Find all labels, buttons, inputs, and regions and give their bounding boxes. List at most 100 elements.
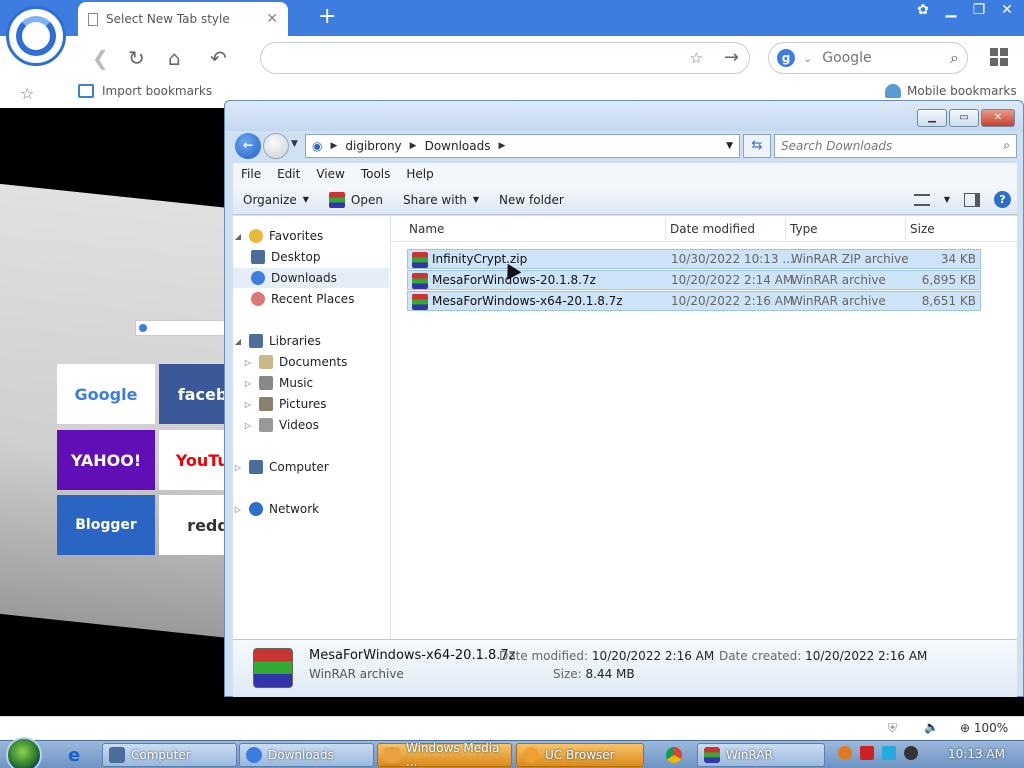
nav-pictures[interactable]: ▷ Pictures [233,394,389,414]
new-tab-icon[interactable]: + [318,4,336,29]
shield-icon[interactable]: ⛨ [888,721,897,736]
preview-pane-icon[interactable] [964,192,980,207]
bookmark-star-icon[interactable]: ☆ [690,49,703,67]
mobile-bookmarks-link[interactable]: Mobile bookmarks [885,84,1017,98]
search-icon[interactable]: ⌕ [1003,138,1010,153]
reload-icon[interactable]: ↻ [128,46,145,70]
nav-recent-places[interactable]: Recent Places [233,289,389,309]
breadcrumb-downloads[interactable]: Downloads [425,139,491,153]
chevron-down-icon[interactable]: ▼ [944,195,950,204]
organize-button[interactable]: Organize ▼ [233,193,319,207]
tile-google[interactable]: Google [57,364,155,424]
address-dropdown-icon[interactable]: ▼ [726,141,733,151]
search-engine-icon[interactable]: g [777,49,795,67]
nav-libraries[interactable]: ◢ Libraries [233,331,389,351]
nav-downloads[interactable]: Downloads [233,268,389,288]
recorder-icon[interactable] [904,746,918,760]
nav-computer[interactable]: ▷ Computer [233,457,389,477]
taskbar-computer[interactable]: Computer [102,743,237,767]
nav-desktop[interactable]: Desktop [233,247,389,267]
start-button[interactable] [6,737,42,768]
taskbar-winrar[interactable]: WinRAR [697,743,825,767]
search-downloads-input[interactable]: Search Downloads ⌕ [774,134,1017,158]
restore-icon[interactable]: ❐ [972,2,986,18]
expand-triangle-icon[interactable]: ◢ [233,337,243,346]
explorer-address-bar[interactable]: ◉ ▶ digibrony ▶ Downloads ▶ ▼ [305,134,740,158]
expand-triangle-icon[interactable]: ▷ [243,400,253,409]
taskbar-windows-media[interactable]: Windows Media ... [377,741,512,768]
history-dropdown-icon[interactable]: ▼ [291,139,298,149]
nav-documents[interactable]: ▷ Documents [233,352,389,372]
expand-triangle-icon[interactable]: ◢ [233,232,243,241]
menu-help[interactable]: Help [398,167,441,181]
column-size[interactable]: Size [910,222,935,236]
taskbar-uc-browser[interactable]: UC Browser [516,743,644,767]
zoom-level[interactable]: ⊕ 100% [960,721,1008,735]
column-name[interactable]: Name [409,222,444,236]
minimize-button[interactable]: ▁ [917,109,947,127]
search-box[interactable]: g ⌄ ⌕ [768,42,968,74]
help-icon[interactable]: ? [994,191,1011,208]
display-icon[interactable] [882,746,896,760]
taskbar-downloads[interactable]: Downloads [239,743,374,767]
change-view-icon[interactable] [913,193,930,206]
file-row[interactable]: InfinityCrypt.zip 10/30/2022 10:13 ... W… [407,249,981,269]
search-input[interactable] [822,50,933,66]
breadcrumb-digibrony[interactable]: digibrony [345,139,401,153]
breadcrumb-arrow-icon[interactable]: ▶ [498,141,505,151]
expand-triangle-icon[interactable]: ▷ [233,505,243,514]
apps-icon[interactable] [990,48,1008,66]
search-icon[interactable]: ⌕ [950,48,959,68]
menu-tools[interactable]: Tools [353,167,399,181]
column-type[interactable]: Type [790,222,818,236]
go-arrow-icon[interactable]: → [724,47,739,68]
menu-view[interactable]: View [308,167,352,181]
close-button[interactable]: ✕ [981,109,1015,127]
back-button[interactable]: ← [235,133,261,159]
expand-triangle-icon[interactable]: ▷ [243,358,253,367]
chrome-icon[interactable] [666,747,682,763]
nav-network[interactable]: ▷ Network [233,499,389,519]
file-row[interactable]: MesaForWindows-x64-20.1.8.7z 10/20/2022 … [407,291,981,311]
chevron-down-icon[interactable]: ⌄ [803,52,812,65]
close-icon[interactable]: ✕ [1000,2,1014,18]
clock[interactable]: 10:13 AM [948,747,1005,761]
column-date-modified[interactable]: Date modified [670,222,755,236]
maximize-button[interactable]: ▭ [949,109,979,127]
skin-icon[interactable]: ✿ [916,2,930,18]
nav-videos[interactable]: ▷ Videos [233,415,389,435]
tile-yahoo[interactable]: YAHOO! [57,430,155,490]
file-row[interactable]: MesaForWindows-20.1.8.7z 10/20/2022 2:14… [407,270,981,290]
tab-new-tab[interactable]: Select New Tab style ✕ [78,2,288,36]
tile-blogger[interactable]: Blogger [57,495,155,555]
forward-button[interactable] [263,133,289,159]
search-tray-icon[interactable] [838,746,852,760]
flag-icon[interactable] [860,746,874,760]
nav-favorites[interactable]: ◢ Favorites [233,226,389,246]
breadcrumb-arrow-icon[interactable]: ▶ [410,141,417,151]
breadcrumb-arrow-icon[interactable]: ▶ [330,141,337,151]
uc-logo[interactable] [6,6,66,66]
new-tab-search[interactable] [135,320,235,336]
home-icon[interactable]: ⌂ [168,46,181,70]
nav-music[interactable]: ▷ Music [233,373,389,393]
favorites-star-icon[interactable]: ☆ [20,84,34,103]
refresh-button[interactable]: ⇆ [743,134,771,158]
address-bar[interactable]: ☆ → [260,42,750,74]
menu-file[interactable]: File [233,167,269,181]
internet-explorer-icon[interactable]: e [68,745,80,766]
menu-edit[interactable]: Edit [269,167,308,181]
minimize-icon[interactable]: ▁ [944,2,958,18]
expand-triangle-icon[interactable]: ▷ [233,463,243,472]
import-bookmarks-link[interactable]: Import bookmarks [78,84,212,98]
new-folder-button[interactable]: New folder [489,193,574,207]
close-tab-icon[interactable]: ✕ [266,11,278,27]
volume-icon[interactable]: 🔈 [924,720,939,734]
back-icon[interactable]: ❮ [92,46,109,70]
share-with-button[interactable]: Share with ▼ [393,193,489,207]
chevron-down-icon: ▼ [472,195,480,204]
undo-icon[interactable]: ↶ [210,46,227,70]
open-button[interactable]: Open [319,191,393,208]
expand-triangle-icon[interactable]: ▷ [243,379,253,388]
expand-triangle-icon[interactable]: ▷ [243,421,253,430]
